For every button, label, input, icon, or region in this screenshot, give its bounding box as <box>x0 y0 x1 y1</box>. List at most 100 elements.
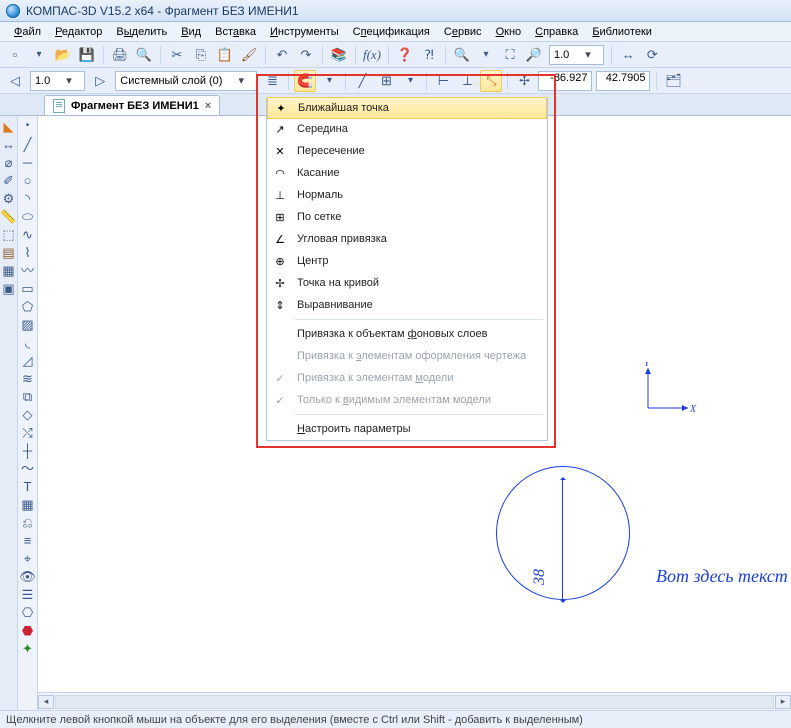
menu-service[interactable]: Сервис <box>438 24 488 40</box>
zoom-window-button[interactable]: 🔍 <box>451 44 473 66</box>
bezier-icon[interactable]: 〰 <box>20 262 36 278</box>
snap-center-item[interactable]: ⊕ Центр <box>267 250 547 272</box>
save-button[interactable]: 💾 <box>76 44 98 66</box>
paste-button[interactable]: 📋 <box>214 44 236 66</box>
grid-dropdown-button[interactable]: ▾ <box>399 70 421 92</box>
lib-manager-button[interactable]: 📚 <box>328 44 350 66</box>
new-dropdown[interactable]: ▾ <box>28 44 50 66</box>
zoom-in-button[interactable]: 🔎 <box>523 44 545 66</box>
select-group-icon[interactable]: ⬚ <box>1 226 17 242</box>
vars-button[interactable]: f(x) <box>361 44 383 66</box>
dim-group-icon[interactable]: ↔ <box>1 136 17 152</box>
point-icon[interactable]: • <box>20 118 36 134</box>
insert-group-icon[interactable]: ▣ <box>1 280 17 296</box>
snap-grid-item[interactable]: ⊞ По сетке <box>267 206 547 228</box>
pan-button[interactable]: ↔ <box>617 44 639 66</box>
ortho-button[interactable]: ⊢ <box>432 70 454 92</box>
snap-intersection-item[interactable]: ✕ Пересечение <box>267 140 547 162</box>
scale-combo[interactable]: 1.0▾ <box>30 71 85 91</box>
menu-insert[interactable]: Вставка <box>209 24 262 40</box>
chamfer-icon[interactable]: ◿ <box>20 352 36 368</box>
arc-icon[interactable]: ◝ <box>20 190 36 206</box>
snap-midpoint-item[interactable]: ↗ Середина <box>267 118 547 140</box>
context-help-button[interactable]: ⁈ <box>418 44 440 66</box>
segment-icon[interactable]: ─ <box>20 154 36 170</box>
grid-button[interactable]: ⊞ <box>375 70 397 92</box>
edit-group-icon[interactable]: ✐ <box>1 172 17 188</box>
scroll-left-icon[interactable]: ◂ <box>38 695 54 709</box>
snap-oncurve-item[interactable]: ✢ Точка на кривой <box>267 272 547 294</box>
aux-line-icon[interactable]: ╱ <box>20 136 36 152</box>
wave-icon[interactable]: 〜 <box>20 460 36 476</box>
open-button[interactable]: 📂 <box>52 44 74 66</box>
collect-icon[interactable]: ⧉ <box>20 388 36 404</box>
coord-y-input[interactable]: 42.7905 <box>596 71 650 91</box>
snap-bg-layers-item[interactable]: Привязка к объектам фоновых слоев <box>267 323 547 345</box>
menu-tools[interactable]: Инструменты <box>264 24 345 40</box>
layers-icon[interactable]: ☰ <box>20 586 36 602</box>
break-icon[interactable]: ⤭ <box>20 424 36 440</box>
local-cs-icon[interactable]: ⌖ <box>20 550 36 566</box>
menu-select[interactable]: Выделить <box>110 24 173 40</box>
snap-align-item[interactable]: ⇕ Выравнивание <box>267 294 547 316</box>
scroll-track[interactable] <box>55 695 774 709</box>
undo-button[interactable]: ↶ <box>271 44 293 66</box>
assoc-icon[interactable]: ⎌ <box>20 514 36 530</box>
polygon-icon[interactable]: ⬠ <box>20 298 36 314</box>
dimension-line[interactable] <box>562 478 563 602</box>
table-icon[interactable]: ▦ <box>20 496 36 512</box>
preview-button[interactable]: 🔍 <box>133 44 155 66</box>
tool-b-icon[interactable]: ⬣ <box>20 622 36 638</box>
circle-shape[interactable] <box>496 466 630 600</box>
menu-spec[interactable]: Спецификация <box>347 24 436 40</box>
snap-dropdown-button[interactable]: ▾ <box>318 70 340 92</box>
hatch-icon[interactable]: ▨ <box>20 316 36 332</box>
print-button[interactable]: 🖨 <box>109 44 131 66</box>
redo-button[interactable]: ↷ <box>295 44 317 66</box>
snap-angle-item[interactable]: ∠ Угловая привязка <box>267 228 547 250</box>
geometry-group-icon[interactable]: ◣ <box>1 118 17 134</box>
view-icon[interactable]: 👁 <box>20 568 36 584</box>
fillet-icon[interactable]: ◟ <box>20 334 36 350</box>
mline-icon[interactable]: ≡ <box>20 532 36 548</box>
layers-button[interactable]: ≣ <box>261 70 283 92</box>
menu-edit[interactable]: Редактор <box>49 24 108 40</box>
text-icon[interactable]: T <box>20 478 36 494</box>
tool-c-icon[interactable]: ✦ <box>20 640 36 656</box>
reports-group-icon[interactable]: ▦ <box>1 262 17 278</box>
polyline-icon[interactable]: ⌇ <box>20 244 36 260</box>
tab-close-button[interactable]: × <box>205 100 211 112</box>
document-tab[interactable]: Фрагмент БЕЗ ИМЕНИ1 × <box>44 95 220 115</box>
coords-button[interactable]: ✢ <box>513 70 535 92</box>
copy-props-button[interactable]: 🖌 <box>238 44 260 66</box>
circle-icon[interactable]: ○ <box>20 172 36 188</box>
help-button[interactable]: ❓ <box>394 44 416 66</box>
rect-icon[interactable]: ▭ <box>20 280 36 296</box>
copy-button[interactable]: ⎘ <box>190 44 212 66</box>
coord-x-input[interactable]: -86.927 <box>538 71 592 91</box>
tree-button[interactable]: 🗂 <box>662 70 684 92</box>
menu-libs[interactable]: Библиотеки <box>586 24 658 40</box>
zoom-combo[interactable]: 1.0▾ <box>549 45 604 65</box>
spline-icon[interactable]: ∿ <box>20 226 36 242</box>
snap-tangent-item[interactable]: ◠ Касание <box>267 162 547 184</box>
new-button[interactable]: ▫ <box>4 44 26 66</box>
ellipse-icon[interactable]: ⬭ <box>20 208 36 224</box>
layer-combo[interactable]: Системный слой (0)▾ <box>115 71 257 91</box>
snap-toggle-button[interactable]: 🧲 <box>294 70 316 92</box>
round-button[interactable]: ⤡ <box>480 70 502 92</box>
equidist-icon[interactable]: ≋ <box>20 370 36 386</box>
view-next-button[interactable]: ▷ <box>89 70 111 92</box>
zoom-fit-button[interactable]: ⛶ <box>499 44 521 66</box>
params-group-icon[interactable]: ⚙ <box>1 190 17 206</box>
canvas-text[interactable]: Вот здесь текст <box>656 566 788 587</box>
line-button[interactable]: ╱ <box>351 70 373 92</box>
scroll-right-icon[interactable]: ▸ <box>775 695 791 709</box>
constraint-button[interactable]: ⟂ <box>456 70 478 92</box>
horizontal-scrollbar[interactable]: ◂ ▸ <box>38 692 791 710</box>
menu-help[interactable]: Справка <box>529 24 584 40</box>
snap-nearest-item[interactable]: ✦ Ближайшая точка <box>267 97 547 119</box>
view-prev-button[interactable]: ◁ <box>4 70 26 92</box>
contour-icon[interactable]: ◇ <box>20 406 36 422</box>
zoom-dropdown-button[interactable]: ▾ <box>475 44 497 66</box>
